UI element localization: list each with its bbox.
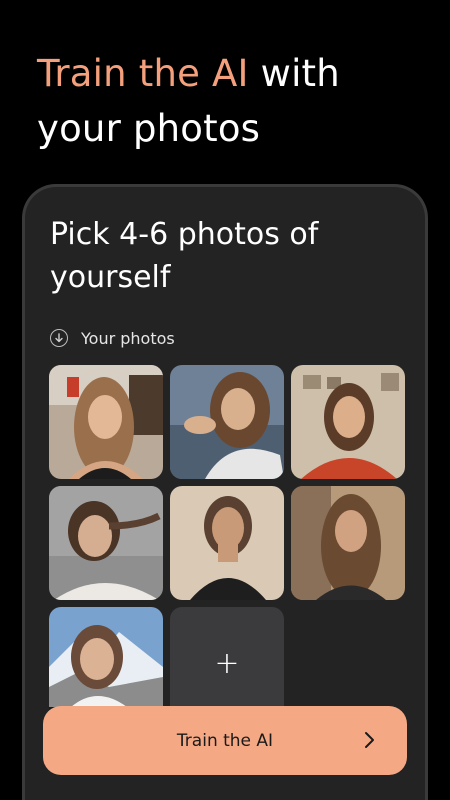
photo-thumbnail[interactable] <box>49 486 163 600</box>
headline: Train the AI with your photos <box>37 46 427 156</box>
photo-thumbnail[interactable] <box>291 486 405 600</box>
photo-thumbnail[interactable] <box>49 365 163 479</box>
section-label: Your photos <box>81 328 175 348</box>
card-title: Pick 4-6 photos of yourself <box>50 217 319 295</box>
download-circle-icon <box>50 329 68 347</box>
plus-icon: + <box>214 646 240 681</box>
train-ai-label: Train the AI <box>176 730 274 751</box>
photo-thumbnail[interactable] <box>291 365 405 479</box>
screen: Train the AI with your photos Pick 4-6 p… <box>0 0 450 800</box>
photo-thumbnail[interactable] <box>170 365 284 479</box>
train-ai-button[interactable]: Train the AI <box>43 706 407 775</box>
headline-accent: Train the AI <box>37 52 249 95</box>
your-photos-section: Your photos <box>50 327 175 349</box>
photo-thumbnail[interactable] <box>49 607 163 721</box>
add-photo-button[interactable]: + <box>170 607 284 721</box>
chevron-right-icon <box>365 732 374 748</box>
photo-thumbnail[interactable] <box>170 486 284 600</box>
